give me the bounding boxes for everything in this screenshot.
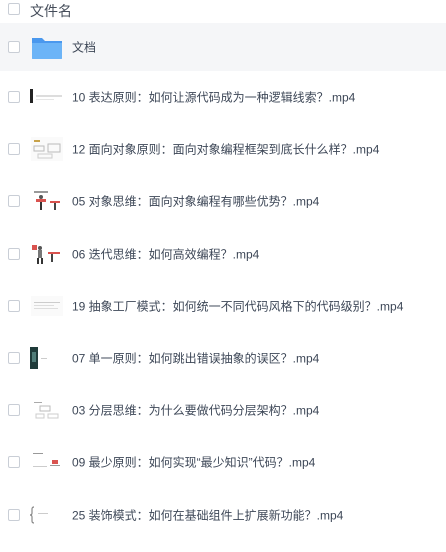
- video-thumbnail-icon: [30, 135, 64, 163]
- video-thumbnail-icon: [30, 501, 64, 529]
- file-list: 文档 10 表达原则：如何让源代码成为一种逻辑线索？.mp4 12 面向对象原则…: [0, 23, 446, 541]
- file-row[interactable]: 19 抽象工厂模式：如何统一不同代码风格下的代码级别？.mp4: [0, 280, 446, 332]
- video-thumbnail-icon: [30, 83, 64, 111]
- column-header-filename[interactable]: 文件名: [30, 1, 72, 21]
- file-name[interactable]: 06 迭代思维：如何高效编程？.mp4: [72, 245, 259, 262]
- row-checkbox[interactable]: [8, 404, 20, 417]
- file-row[interactable]: 06 迭代思维：如何高效编程？.mp4: [0, 228, 446, 280]
- file-name[interactable]: 25 装饰模式：如何在基础组件上扩展新功能？.mp4: [72, 506, 343, 523]
- select-all-checkbox[interactable]: [8, 3, 20, 15]
- file-row[interactable]: 07 单一原则：如何跳出错误抽象的误区？.mp4: [0, 332, 446, 384]
- video-thumbnail-icon: [30, 344, 64, 372]
- row-checkbox[interactable]: [8, 508, 20, 521]
- row-checkbox[interactable]: [8, 299, 20, 312]
- row-checkbox[interactable]: [8, 247, 20, 260]
- folder-name[interactable]: 文档: [72, 39, 96, 56]
- file-name[interactable]: 12 面向对象原则：面向对象编程框架到底长什么样？.mp4: [72, 141, 379, 158]
- folder-row[interactable]: 文档: [0, 23, 446, 71]
- list-header: 文件名: [0, 0, 446, 20]
- file-name[interactable]: 07 单一原则：如何跳出错误抽象的误区？.mp4: [72, 350, 319, 367]
- file-name[interactable]: 03 分层思维：为什么要做代码分层架构？.mp4: [72, 402, 319, 419]
- row-checkbox[interactable]: [8, 143, 20, 156]
- file-name[interactable]: 19 抽象工厂模式：如何统一不同代码风格下的代码级别？.mp4: [72, 297, 403, 314]
- file-name[interactable]: 10 表达原则：如何让源代码成为一种逻辑线索？.mp4: [72, 89, 355, 106]
- row-checkbox[interactable]: [8, 352, 20, 365]
- row-checkbox[interactable]: [8, 91, 20, 104]
- row-checkbox[interactable]: [8, 456, 20, 469]
- file-row[interactable]: 03 分层思维：为什么要做代码分层架构？.mp4: [0, 384, 446, 436]
- file-name[interactable]: 05 对象思维：面向对象编程有哪些优势？.mp4: [72, 193, 319, 210]
- file-row[interactable]: 25 装饰模式：如何在基础组件上扩展新功能？.mp4: [0, 489, 446, 541]
- video-thumbnail-icon: [30, 292, 64, 320]
- video-thumbnail-icon: [30, 240, 64, 268]
- video-thumbnail-icon: [30, 187, 64, 215]
- row-checkbox[interactable]: [8, 195, 20, 208]
- video-thumbnail-icon: [30, 448, 64, 476]
- file-row[interactable]: 12 面向对象原则：面向对象编程框架到底长什么样？.mp4: [0, 123, 446, 175]
- file-row[interactable]: 09 最少原则：如何实现“最少知识”代码？.mp4: [0, 436, 446, 488]
- row-checkbox[interactable]: [8, 41, 20, 53]
- folder-icon: [30, 33, 64, 61]
- video-thumbnail-icon: [30, 396, 64, 424]
- file-row[interactable]: 10 表达原则：如何让源代码成为一种逻辑线索？.mp4: [0, 71, 446, 123]
- file-name[interactable]: 09 最少原则：如何实现“最少知识”代码？.mp4: [72, 454, 315, 471]
- file-row[interactable]: 05 对象思维：面向对象编程有哪些优势？.mp4: [0, 175, 446, 227]
